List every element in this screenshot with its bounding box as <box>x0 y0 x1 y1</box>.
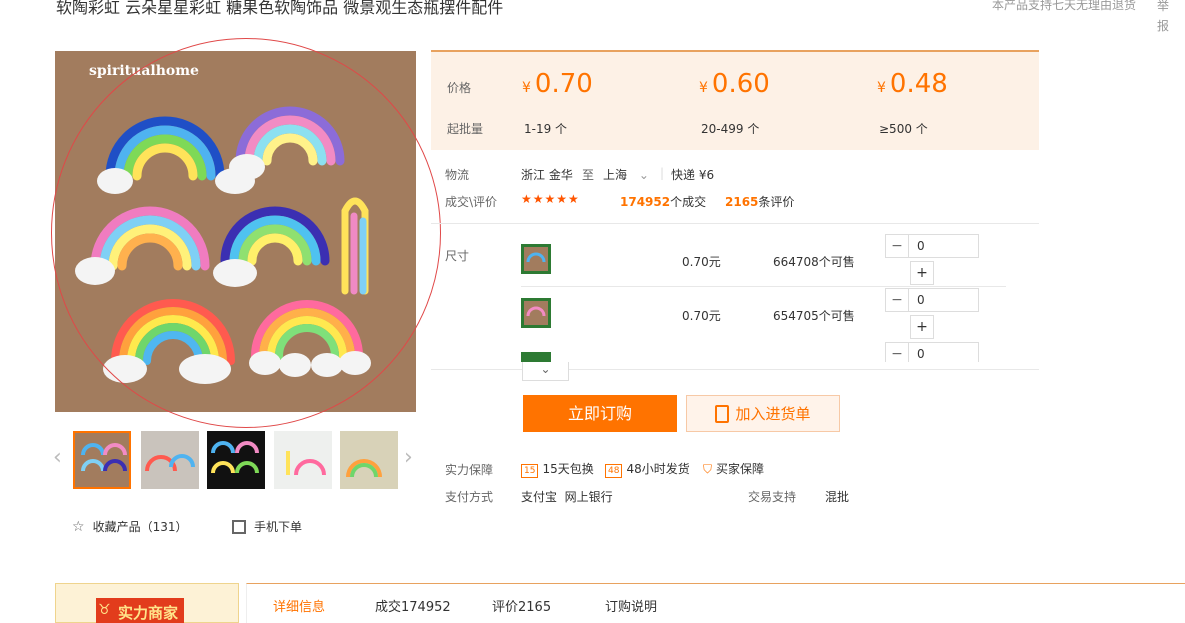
plus-button[interactable]: + <box>910 315 934 339</box>
ship-to-select[interactable]: 上海 ⌄ <box>603 166 649 183</box>
price-label: 价格 <box>447 81 472 95</box>
range-tier-3: ≥500 个 <box>879 122 928 136</box>
range-tier-2: 20-499 个 <box>701 122 760 136</box>
quantity-stepper: − 0 <box>885 234 979 258</box>
thumbnail[interactable] <box>207 431 265 489</box>
clipboard-icon <box>715 404 730 423</box>
rating-stars: ★★★★★ <box>521 192 580 206</box>
sku-stock: 654705个可售 <box>773 309 855 323</box>
reviews-count[interactable]: 2165条评价 <box>725 193 794 210</box>
trade-label: 交易支持 <box>748 490 797 504</box>
strength-merchant-banner[interactable]: 实力商家 ♉ <box>55 583 239 623</box>
sku-thumbnail[interactable] <box>521 352 551 362</box>
divider <box>431 223 1039 224</box>
tab-reviews[interactable]: 评价2165 <box>492 596 551 615</box>
payment-label: 支付方式 <box>445 490 494 504</box>
report-link[interactable]: 举报 <box>1157 0 1171 36</box>
sku-list: 0.70元 664708个可售 − 0 + 0.70元 654705个可售 − … <box>431 228 1031 362</box>
trade-value: 混批 <box>825 490 850 504</box>
favorite-button[interactable]: ☆ 收藏产品（131） <box>72 518 187 535</box>
mobile-order-label: 手机下单 <box>254 520 303 534</box>
calendar-icon: 15 <box>521 464 539 478</box>
shipping-fee: 快递 ¥6 <box>671 168 715 182</box>
truck-icon: 48 <box>605 464 623 478</box>
order-now-button[interactable]: 立即订购 <box>523 395 677 432</box>
minus-button[interactable]: − <box>885 342 909 362</box>
tab-order-notes[interactable]: 订购说明 <box>605 596 657 615</box>
price-tier-1: ¥0.70 <box>522 69 593 99</box>
bull-icon: ♉ <box>98 602 111 618</box>
thumbnail[interactable] <box>340 431 398 489</box>
logistics-label: 物流 <box>445 168 470 182</box>
favorite-label: 收藏产品（131） <box>92 520 188 534</box>
guarantee-label: 实力保障 <box>445 463 494 477</box>
chevron-down-icon: ⌄ <box>638 168 649 182</box>
guarantee-shipping[interactable]: 48 48小时发货 <box>605 460 690 478</box>
add-to-cart-button[interactable]: 加入进货单 <box>686 395 840 432</box>
shield-icon: ⛉ <box>703 462 713 476</box>
minus-button[interactable]: − <box>885 288 909 312</box>
chevron-down-icon: ⌄ <box>540 362 551 376</box>
main-product-image[interactable]: spiritualhome <box>55 51 416 412</box>
return-notice: 本产品支持七天无理由退货 <box>992 0 1137 12</box>
thumbnail[interactable] <box>73 431 131 489</box>
price-panel: 价格 起批量 ¥0.70 1-19 个 ¥0.60 20-499 个 ¥0.48… <box>431 50 1039 150</box>
sku-stock: 664708个可售 <box>773 255 855 269</box>
range-tier-1: 1-19 个 <box>524 122 568 136</box>
thumb-prev-icon[interactable]: ‹ <box>53 447 62 469</box>
guarantee-buyer[interactable]: ⛉ 买家保障 <box>703 460 764 477</box>
payment-methods: 支付宝 网上银行 <box>521 490 613 504</box>
quantity-stepper: − 0 <box>885 288 979 312</box>
add-to-cart-label: 加入进货单 <box>735 405 811 423</box>
quantity-input[interactable]: 0 <box>909 288 979 312</box>
plus-button[interactable]: + <box>910 261 934 285</box>
sku-price: 0.70元 <box>682 255 721 269</box>
detail-tabs: 详细信息 成交174952 评价2165 订购说明 <box>246 583 1185 623</box>
guarantee-exchange[interactable]: 15 15天包换 <box>521 460 594 478</box>
star-outline-icon: ☆ <box>72 518 85 535</box>
expand-sku-button[interactable]: ⌄ <box>522 362 569 381</box>
tab-deals[interactable]: 成交174952 <box>375 596 451 615</box>
thumbnail[interactable] <box>141 431 199 489</box>
product-title: 软陶彩虹 云朵星星彩虹 糖果色软陶饰品 微景观生态瓶摆件配件 <box>56 0 504 17</box>
quantity-input[interactable]: 0 <box>909 234 979 258</box>
deals-label: 成交\评价 <box>445 195 498 209</box>
deals-count[interactable]: 174952个成交 <box>620 193 706 210</box>
price-tier-3: ¥0.48 <box>877 69 948 99</box>
quantity-stepper: − 0 <box>885 342 979 362</box>
sku-thumbnail[interactable] <box>521 298 551 328</box>
divider <box>521 286 1006 287</box>
mobile-order-button[interactable]: 手机下单 <box>232 518 302 535</box>
qrcode-icon <box>232 519 246 534</box>
ship-to-word: 至 <box>582 168 595 182</box>
sku-price: 0.70元 <box>682 309 721 323</box>
thumbnail[interactable] <box>274 431 332 489</box>
thumb-next-icon[interactable]: › <box>404 447 413 469</box>
quantity-input[interactable]: 0 <box>909 342 979 362</box>
watermark-text: spiritualhome <box>89 63 199 79</box>
separator: | <box>660 166 665 180</box>
price-tier-2: ¥0.60 <box>699 69 770 99</box>
tab-details[interactable]: 详细信息 <box>273 596 325 615</box>
minus-button[interactable]: − <box>885 234 909 258</box>
moq-label: 起批量 <box>447 122 484 136</box>
ship-from: 浙江 金华 <box>521 168 573 182</box>
sku-thumbnail[interactable] <box>521 244 551 274</box>
